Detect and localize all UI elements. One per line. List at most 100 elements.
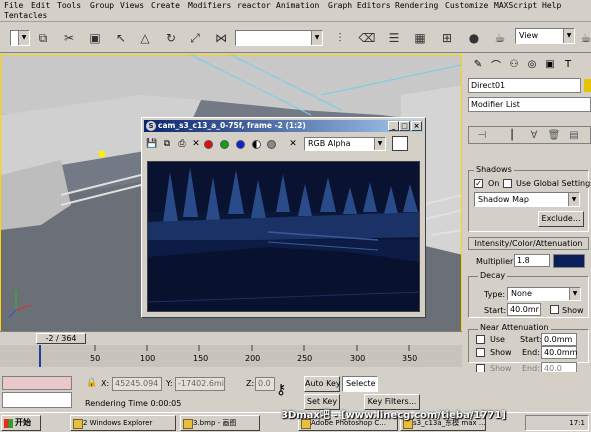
render-type-value: View (519, 31, 538, 40)
tick-350: 350 (402, 354, 418, 363)
menu-reactor[interactable]: reactor (237, 1, 271, 11)
channel-select[interactable]: RGB Alpha ▼ (304, 137, 386, 151)
maxscript-input[interactable] (2, 392, 72, 408)
auto-key-button[interactable]: Auto Key (304, 376, 341, 392)
menu-tentacles[interactable]: Tentacles (4, 11, 47, 21)
track-bar[interactable] (0, 345, 462, 367)
eraser-icon[interactable]: ⌫ (356, 27, 378, 49)
rendering-time: Rendering Time 0:00:05 (85, 399, 182, 408)
bind-space-warp-icon[interactable]: ▣ (84, 27, 106, 49)
time-slider[interactable]: -2 / 364 (0, 331, 462, 345)
lock-icon[interactable]: 🔒 (86, 378, 97, 388)
menu-customize[interactable]: Customize (445, 1, 488, 11)
red-channel-toggle[interactable] (202, 137, 214, 151)
task-paint[interactable]: 3.bmp - 画图 (180, 415, 260, 431)
modifier-stack-tools: ⊣ ┃ ∀ 🗑 ▤ (468, 126, 591, 144)
command-panel-tabs: ✎ ⌒ ⚇ ◎ ▣ T (464, 54, 591, 76)
shadow-type-select[interactable]: Shadow Map ▼ (474, 192, 580, 207)
named-selection-combo[interactable]: ▼ (235, 30, 323, 46)
create-tab-icon[interactable]: ✎ (470, 56, 486, 73)
decay-type-select[interactable]: None ▼ (507, 287, 581, 301)
menu-maxscript[interactable]: MAXScript (494, 1, 537, 11)
menu-create[interactable]: Create (151, 1, 180, 11)
pin-stack-icon[interactable]: ⊣ (475, 129, 489, 142)
undo-dropdown[interactable]: ▼ (10, 30, 30, 46)
unlink-icon[interactable]: ✂ (58, 27, 80, 49)
menu-tools[interactable]: Tools (57, 1, 81, 11)
menu-animation[interactable]: Animation (276, 1, 319, 11)
intensity-rollout-header[interactable]: Intensity/Color/Attenuation (468, 237, 589, 250)
start-button[interactable]: 开始 (1, 415, 41, 431)
decay-show-checkbox[interactable] (550, 305, 559, 314)
menu-graph-editors[interactable]: Graph Editors (328, 1, 391, 11)
show-end-result-icon[interactable]: ┃ (505, 129, 519, 142)
save-image-icon[interactable]: 💾 (146, 137, 158, 151)
render-window-title-bar[interactable]: S cam_s3_c13_a_0-75f, frame -2 (1:2) _ □… (144, 120, 423, 132)
z-coordinate-field[interactable]: 0.0 (255, 377, 275, 391)
decay-title: Decay (478, 271, 508, 280)
menu-rendering[interactable]: Rendering (395, 1, 438, 11)
render-teapot-icon[interactable]: ☕ (489, 27, 511, 49)
near-start-spinner[interactable]: 0.0mm (541, 333, 577, 346)
make-unique-icon[interactable]: ∀ (527, 129, 541, 142)
monochrome-toggle[interactable] (265, 137, 277, 151)
selection-set-combo[interactable]: Selecte (342, 376, 378, 392)
y-coordinate-field[interactable]: -17402.6mi (175, 377, 225, 391)
menu-modifiers[interactable]: Modifiers (188, 1, 231, 11)
menu-edit[interactable]: Edit (31, 1, 50, 11)
light-color-swatch[interactable] (553, 254, 585, 268)
menu-views[interactable]: Views (120, 1, 144, 11)
scale-icon[interactable]: ⤢ (184, 27, 206, 49)
menu-group[interactable]: Group (90, 1, 114, 11)
task-windows-explorer[interactable]: 2 Windows Explorer (70, 415, 176, 431)
near-end-spinner[interactable]: 40.0mm (541, 346, 577, 359)
green-channel-toggle[interactable] (218, 137, 230, 151)
material-editor-icon[interactable]: ● (463, 27, 485, 49)
time-slider-thumb[interactable]: -2 / 364 (36, 333, 86, 344)
decay-start-spinner[interactable]: 40.0mr (507, 303, 541, 316)
clear-x-icon[interactable]: ✕ (287, 137, 299, 151)
hierarchy-tab-icon[interactable]: ⚇ (506, 56, 522, 73)
x-coordinate-field[interactable]: 45245.094 (112, 377, 162, 391)
motion-tab-icon[interactable]: ◎ (524, 56, 540, 73)
key-icon[interactable]: ⚷ (276, 382, 286, 398)
curve-editor-icon[interactable]: ▦ (409, 27, 431, 49)
print-icon[interactable]: ⎙ (176, 137, 188, 151)
near-use-checkbox[interactable] (476, 335, 485, 344)
channel-select-value: RGB Alpha (308, 139, 351, 148)
quick-render-icon[interactable]: ☕ (575, 27, 591, 49)
mirror-icon[interactable]: ⋈ (210, 27, 232, 49)
layer-manager-icon[interactable]: ☰ (383, 27, 405, 49)
rotate-icon[interactable]: ↻ (160, 27, 182, 49)
schematic-view-icon[interactable]: ⊞ (436, 27, 458, 49)
multiplier-spinner[interactable]: 1.8 (514, 254, 550, 267)
utilities-tab-icon[interactable]: T (560, 56, 576, 73)
shadows-on-checkbox[interactable]: ✓ (474, 179, 483, 188)
maximize-button[interactable]: □ (399, 121, 410, 131)
maxscript-listener-mini[interactable] (2, 376, 72, 390)
select-by-name-icon[interactable]: △ (134, 27, 156, 49)
decay-type-label: Type: (484, 290, 506, 299)
select-object-icon[interactable]: ↖ (110, 27, 132, 49)
close-button[interactable]: × (411, 121, 422, 131)
blue-channel-toggle[interactable] (234, 137, 246, 151)
minimize-button[interactable]: _ (388, 121, 399, 131)
display-tab-icon[interactable]: ▣ (542, 56, 558, 73)
object-color-swatch[interactable] (584, 79, 591, 92)
modify-tab-icon[interactable]: ⌒ (488, 56, 504, 73)
remove-modifier-icon[interactable]: 🗑 (547, 129, 561, 142)
near-show-checkbox[interactable] (476, 348, 485, 357)
use-global-settings-checkbox[interactable] (503, 179, 512, 188)
exclude-button[interactable]: Exclude... (538, 211, 584, 227)
object-name-field[interactable]: Direct01 (468, 78, 581, 93)
modifier-list[interactable]: Modifier List (468, 97, 591, 112)
clear-icon[interactable]: ✕ (190, 137, 202, 151)
link-icon[interactable]: ⧉ (32, 27, 54, 49)
render-type-combo[interactable]: View ▼ (515, 28, 575, 44)
configure-sets-icon[interactable]: ▤ (567, 129, 581, 142)
alpha-channel-toggle[interactable] (250, 137, 262, 151)
menu-help[interactable]: Help (542, 1, 561, 11)
clone-window-icon[interactable]: ⧉ (161, 137, 173, 151)
align-icon[interactable]: ⫶ (329, 27, 351, 49)
menu-file[interactable]: File (4, 1, 23, 11)
